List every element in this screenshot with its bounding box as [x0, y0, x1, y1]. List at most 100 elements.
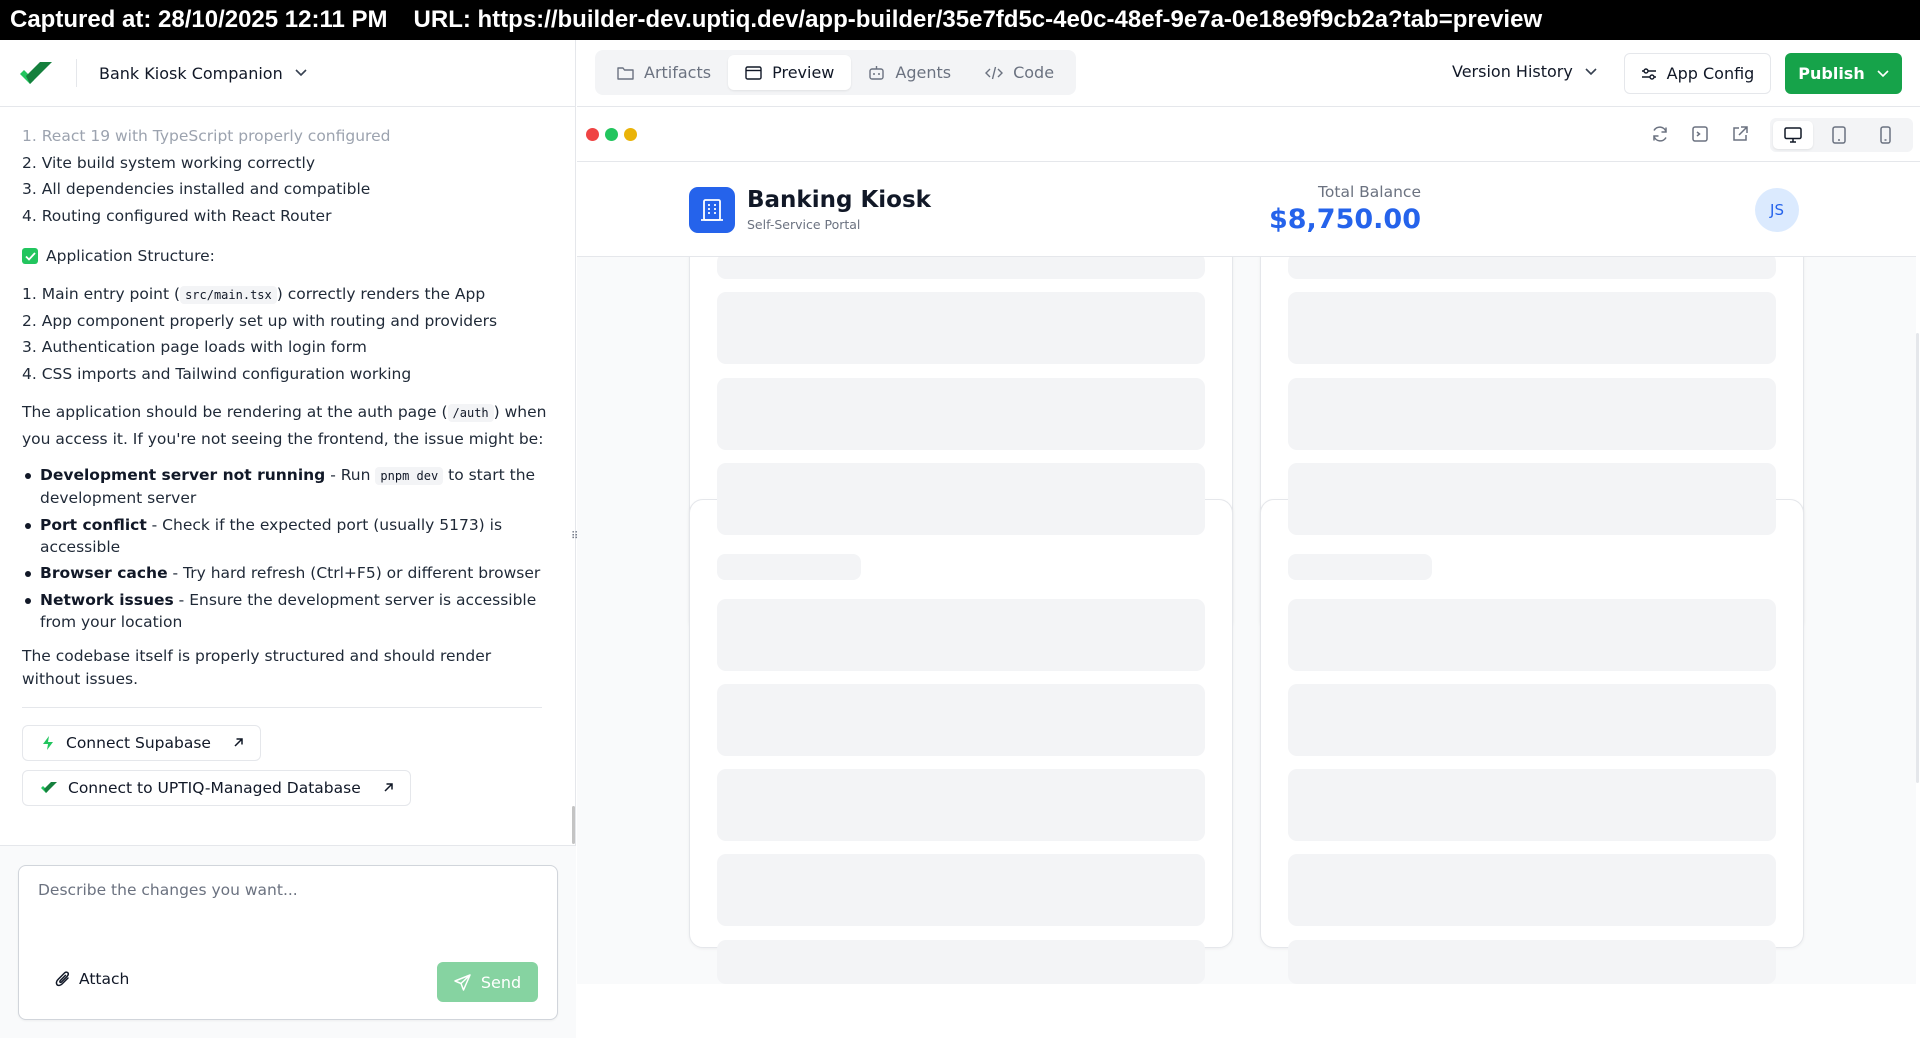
- chevron-down-icon: [1585, 67, 1597, 76]
- window-dot-red: [586, 128, 599, 141]
- prompt-composer[interactable]: Describe the changes you want... Attach …: [18, 865, 558, 1020]
- capture-banner: Captured at: 28/10/2025 12:11 PM URL: htt…: [0, 0, 1920, 40]
- view-tabs: Artifacts Preview Agents Code: [595, 50, 1077, 95]
- list-item: Development server not running - Run pnp…: [22, 464, 548, 509]
- project-name: Bank Kiosk Companion: [99, 63, 283, 83]
- list-item: Network issues - Ensure the development …: [22, 589, 548, 633]
- chat-scrollbar[interactable]: [572, 806, 575, 844]
- send-label: Send: [480, 972, 522, 992]
- scrollbar-thumb[interactable]: [1916, 333, 1919, 783]
- external-link-icon[interactable]: [1730, 124, 1750, 144]
- kiosk-subtitle: Self-Service Portal: [747, 217, 861, 232]
- skeleton-row: [717, 554, 861, 580]
- tab-code[interactable]: Code: [968, 55, 1071, 90]
- tab-preview[interactable]: Preview: [728, 55, 852, 90]
- skeleton-row: [717, 684, 1205, 756]
- skeleton-row: [1288, 684, 1776, 756]
- bank-building-icon: [689, 187, 735, 233]
- version-history-label: Version History: [1452, 62, 1573, 81]
- list-item: Port conflict - Check if the expected po…: [22, 514, 548, 558]
- arrow-up-right-icon: [233, 737, 244, 748]
- skeleton-row: [717, 769, 1205, 841]
- connect-uptiq-database-button[interactable]: Connect to UPTIQ-Managed Database: [22, 769, 411, 806]
- prompt-input[interactable]: Describe the changes you want...: [38, 881, 298, 899]
- chat-panel: Bank Kiosk Companion 1. React 19 with Ty…: [0, 40, 576, 1038]
- skeleton-row: [1288, 554, 1432, 580]
- project-header: Bank Kiosk Companion: [0, 40, 575, 107]
- chat-messages[interactable]: 1. React 19 with TypeScript properly con…: [0, 108, 570, 845]
- auth-paragraph: The application should be rendering at t…: [22, 399, 548, 452]
- button-label: Connect to UPTIQ-Managed Database: [68, 778, 361, 797]
- bullet-bold: Development server not running: [40, 466, 326, 484]
- tab-label: Code: [1013, 63, 1055, 82]
- list-text: 1. Main entry point (: [22, 285, 181, 303]
- captured-at-text: Captured at: 28/10/2025 12:11 PM: [10, 6, 388, 33]
- heading-text: Application Structure:: [46, 247, 215, 265]
- skeleton-row: [717, 292, 1205, 364]
- connect-supabase-button[interactable]: Connect Supabase: [22, 724, 261, 761]
- skeleton-row: [1288, 378, 1776, 450]
- list-item: 1. Main entry point (src/main.tsx) corre…: [22, 281, 548, 308]
- skeleton-row: [717, 599, 1205, 671]
- header-divider: [76, 59, 77, 87]
- skeleton-row: [717, 940, 1205, 984]
- balance-label: Total Balance: [1318, 183, 1421, 201]
- sliders-icon: [1641, 67, 1657, 81]
- inline-code: /auth: [447, 404, 494, 422]
- list-item: 1. React 19 with TypeScript properly con…: [22, 127, 391, 145]
- window-dot-yellow: [624, 128, 637, 141]
- avatar[interactable]: JS: [1755, 188, 1799, 232]
- skeleton-row: [717, 463, 1205, 535]
- tab-label: Preview: [772, 63, 835, 82]
- publish-button[interactable]: Publish: [1785, 53, 1902, 94]
- preview-toolbar: [577, 108, 1920, 162]
- kiosk-app: Banking Kiosk Self-Service Portal Total …: [577, 163, 1916, 984]
- kiosk-header: Banking Kiosk Self-Service Portal Total …: [577, 163, 1916, 257]
- chevron-down-icon: [295, 69, 307, 77]
- attach-button[interactable]: Attach: [55, 970, 129, 988]
- app-config-label: App Config: [1666, 64, 1755, 83]
- list-item: 3. Authentication page loads with login …: [22, 338, 367, 356]
- terminal-icon[interactable]: [1690, 124, 1710, 144]
- inline-code: pnpm dev: [375, 467, 444, 485]
- skeleton-row: [717, 854, 1205, 926]
- window-dot-green: [605, 128, 618, 141]
- send-icon: [454, 973, 471, 991]
- uptiq-logo-icon: [40, 781, 58, 794]
- device-toggle: [1770, 118, 1913, 152]
- skeleton-row: [1288, 940, 1776, 984]
- tab-artifacts[interactable]: Artifacts: [600, 55, 728, 90]
- issues-list: Development server not running - Run pnp…: [22, 464, 548, 633]
- skeleton-row: [1288, 463, 1776, 535]
- uptiq-logo-icon[interactable]: [18, 58, 56, 88]
- arrow-up-right-icon: [383, 782, 394, 793]
- version-history-dropdown[interactable]: Version History: [1452, 62, 1597, 81]
- inline-code: src/main.tsx: [180, 286, 277, 304]
- project-selector[interactable]: Bank Kiosk Companion: [99, 64, 307, 83]
- preview-scrollbar[interactable]: [1916, 163, 1920, 984]
- skeleton-row: [1288, 854, 1776, 926]
- capture-url-text: URL: https://builder-dev.uptiq.dev/app-b…: [413, 6, 1543, 33]
- app-config-button[interactable]: App Config: [1624, 53, 1771, 94]
- send-button[interactable]: Send: [437, 962, 538, 1002]
- tab-label: Artifacts: [644, 63, 712, 82]
- tablet-icon[interactable]: [1819, 121, 1859, 149]
- para-text: The application should be rendering at t…: [22, 403, 448, 421]
- skeleton-row: [717, 378, 1205, 450]
- robot-icon: [868, 65, 885, 80]
- tab-agents[interactable]: Agents: [851, 55, 968, 90]
- top-toolbar: Artifacts Preview Agents Code Version Hi…: [577, 40, 1920, 107]
- checkmark-icon: [22, 248, 38, 264]
- list-item: 2. Vite build system working correctly: [22, 153, 315, 172]
- attach-label: Attach: [79, 970, 130, 988]
- mobile-icon[interactable]: [1865, 121, 1905, 149]
- button-label: Connect Supabase: [66, 733, 211, 752]
- desktop-icon[interactable]: [1773, 121, 1813, 149]
- chevron-down-icon: [1877, 69, 1889, 78]
- refresh-icon[interactable]: [1650, 124, 1670, 144]
- skeleton-row: [1288, 769, 1776, 841]
- folder-icon: [617, 66, 634, 80]
- skeleton-row: [1288, 599, 1776, 671]
- bullet-text: - Try hard refresh (Ctrl+F5) or differen…: [167, 564, 541, 582]
- list-item: 4. Routing configured with React Router: [22, 206, 332, 225]
